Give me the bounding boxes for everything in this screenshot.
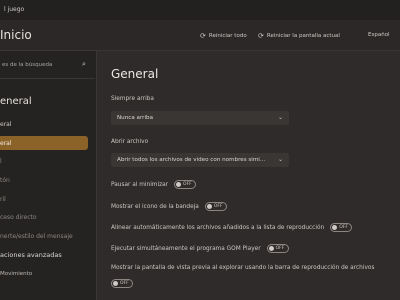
reset-screen-button[interactable]: ⟳ Reiniciar la pantalla actual (258, 32, 340, 40)
open-file-value: Abrir todos los archivos de video con no… (117, 157, 266, 163)
sidebar-title: eneral (0, 96, 32, 107)
sidebar-item-general-selected[interactable]: eral (0, 136, 88, 150)
reset-screen-label: Reiniciar la pantalla actual (266, 33, 340, 39)
toggle-row-tray-icon: Mostrar el icono de la bandeja OFF (111, 202, 227, 211)
toggle-knob (206, 204, 212, 209)
sidebar-item-general[interactable]: eral (0, 117, 12, 131)
toggle-state: OFF (339, 225, 348, 230)
sidebar-item-shortcut[interactable]: ceso directo (0, 210, 37, 224)
window-titlebar: l juego (0, 0, 400, 20)
home-link[interactable]: Inicio (0, 28, 32, 42)
sidebar: ⌕ eneral eral eral l tón ril ceso direct… (0, 51, 97, 300)
reset-all-button[interactable]: ⟳ Reiniciar todo (200, 32, 247, 40)
toggle-state: OFF (183, 182, 192, 187)
toggle-knob (268, 246, 274, 251)
sidebar-item-2[interactable]: l (0, 154, 2, 168)
tray-icon-toggle[interactable]: OFF (204, 202, 227, 211)
search-input[interactable] (0, 59, 82, 71)
chevron-down-icon: ⌄ (277, 156, 283, 163)
pause-minimize-label: Pausar al minimizar (111, 181, 169, 188)
sidebar-item-4[interactable]: ril (0, 192, 6, 206)
toggle-row-pause-minimize: Pausar al minimizar OFF (111, 180, 197, 189)
toggle-row-auto-align: Alinear automáticamente los archivos aña… (111, 223, 353, 232)
toggle-state: OFF (120, 281, 129, 286)
sidebar-divider (0, 78, 95, 79)
sidebar-section-advanced[interactable]: aciones avanzadas (0, 251, 62, 259)
pause-minimize-toggle[interactable]: OFF (174, 180, 197, 189)
preview-toggle[interactable]: OFF (111, 279, 133, 288)
always-on-top-value: Nunca arriba (117, 115, 154, 121)
sidebar-item-message-style[interactable]: nerte/estilo del mensaje (0, 229, 73, 243)
refresh-icon: ⟳ (200, 32, 206, 40)
always-on-top-label: Siempre arriba (111, 96, 154, 102)
auto-align-label: Alinear automáticamente los archivos aña… (111, 224, 325, 231)
auto-align-toggle[interactable]: OFF (330, 223, 353, 232)
window-title: l juego (4, 6, 25, 13)
toggle-row-run-gom: Ejecutar simultáneamente el programa GOM… (111, 244, 289, 253)
settings-panel: General Siempre arriba Nunca arriba ⌄ Ab… (97, 51, 400, 300)
toggle-knob (176, 182, 182, 187)
run-gom-label: Ejecutar simultáneamente el programa GOM… (111, 245, 261, 252)
run-gom-toggle[interactable]: OFF (266, 244, 289, 253)
tray-icon-label: Mostrar el icono de la bandeja (111, 203, 199, 210)
toggle-knob (113, 281, 118, 286)
top-bar: Inicio ⟳ Reiniciar todo ⟳ Reiniciar la p… (0, 20, 400, 51)
preview-label: Mostrar la pantalla de vista previa al e… (111, 265, 375, 271)
language-selector[interactable]: Español (368, 32, 390, 38)
search-icon[interactable]: ⌕ (82, 60, 86, 69)
refresh-icon: ⟳ (258, 32, 264, 40)
reset-all-label: Reiniciar todo (208, 33, 247, 39)
open-file-label: Abrir archivo (111, 139, 149, 145)
always-on-top-select[interactable]: Nunca arriba ⌄ (111, 111, 289, 125)
sidebar-section-movement[interactable]: Movimiento (0, 271, 32, 277)
page-title: General (111, 67, 159, 81)
sidebar-item-3[interactable]: tón (0, 173, 10, 187)
search-box[interactable]: ⌕ (0, 59, 92, 71)
toggle-state: OFF (213, 204, 223, 209)
toggle-state: OFF (275, 246, 285, 251)
chevron-down-icon: ⌄ (277, 114, 283, 121)
open-file-select[interactable]: Abrir todos los archivos de video con no… (111, 153, 289, 167)
toggle-knob (332, 225, 338, 230)
